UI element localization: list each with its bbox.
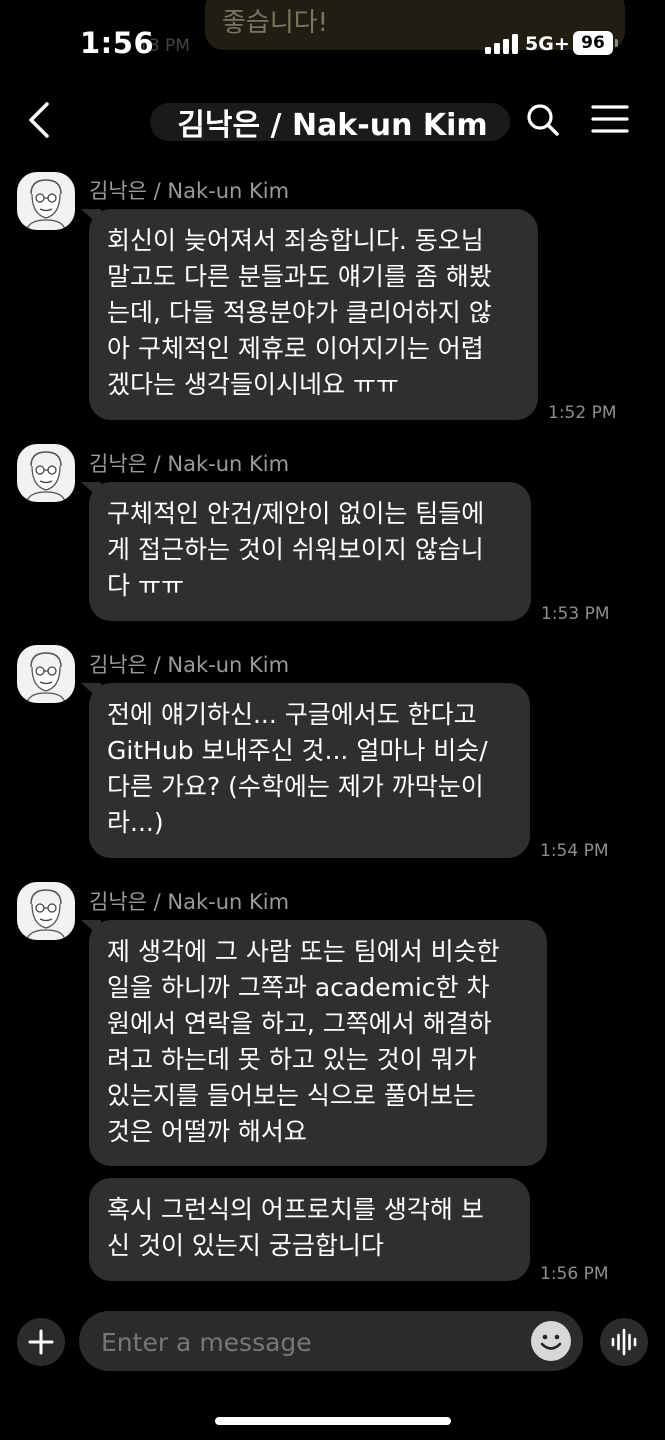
message-bubble[interactable]: 구체적인 안건/제안이 없이는 팀들에 게 접근하는 것이 쉬워보이지 않습니 … (89, 482, 531, 621)
voice-input-button[interactable] (600, 1318, 648, 1366)
status-time: 1:56 (80, 26, 155, 60)
avatar[interactable] (17, 444, 75, 502)
sender-name: 김낙은 / Nak-un Kim (89, 890, 290, 914)
network-type: 5G+ (525, 33, 570, 55)
message-input[interactable] (99, 1311, 523, 1373)
message-time: 1:54 PM (540, 841, 609, 861)
sender-name: 김낙은 / Nak-un Kim (89, 179, 290, 203)
sender-name: 김낙은 / Nak-un Kim (89, 653, 290, 677)
avatar[interactable] (17, 172, 75, 230)
cellular-signal-icon (485, 34, 519, 54)
message-bubble[interactable]: 전에 얘기하신... 구글에서도 한다고 GitHub 보내주신 것... 얼마… (89, 683, 530, 858)
emoji-button[interactable] (531, 1321, 571, 1361)
message-time: 1:56 PM (540, 1264, 609, 1284)
chat-header: 김낙은 / Nak-un Kim (0, 90, 665, 150)
status-bar: 1:56 5G+ 96 (0, 0, 665, 90)
message-bubble[interactable]: 혹시 그런식의 어프로치를 생각해 보 신 것이 있는지 궁금합니다 (89, 1178, 530, 1281)
voice-wave-icon (611, 1328, 637, 1356)
hamburger-menu-icon[interactable] (590, 102, 630, 138)
home-indicator[interactable] (215, 1417, 451, 1425)
message-composer (79, 1311, 583, 1373)
add-button[interactable] (17, 1318, 65, 1366)
battery-tip (615, 39, 618, 47)
message-time: 1:52 PM (548, 403, 617, 423)
message-time: 1:53 PM (541, 604, 610, 624)
message-bubble[interactable]: 제 생각에 그 사람 또는 팀에서 비슷한 일을 하니까 그쪽과 academi… (89, 920, 547, 1166)
chat-title: 김낙은 / Nak-un Kim (177, 108, 488, 143)
battery-level: 96 (581, 33, 605, 53)
avatar[interactable] (17, 882, 75, 940)
chevron-left-icon[interactable] (20, 98, 60, 142)
smiley-icon (540, 1334, 562, 1350)
plus-icon (28, 1329, 54, 1355)
search-icon[interactable] (523, 100, 563, 140)
battery-icon: 96 (573, 31, 613, 55)
sender-name: 김낙은 / Nak-un Kim (89, 452, 290, 476)
avatar[interactable] (17, 645, 75, 703)
message-bubble[interactable]: 회신이 늦어져서 죄송합니다. 동오님 말고도 다른 분들과도 얘기를 좀 해봤… (89, 209, 538, 420)
